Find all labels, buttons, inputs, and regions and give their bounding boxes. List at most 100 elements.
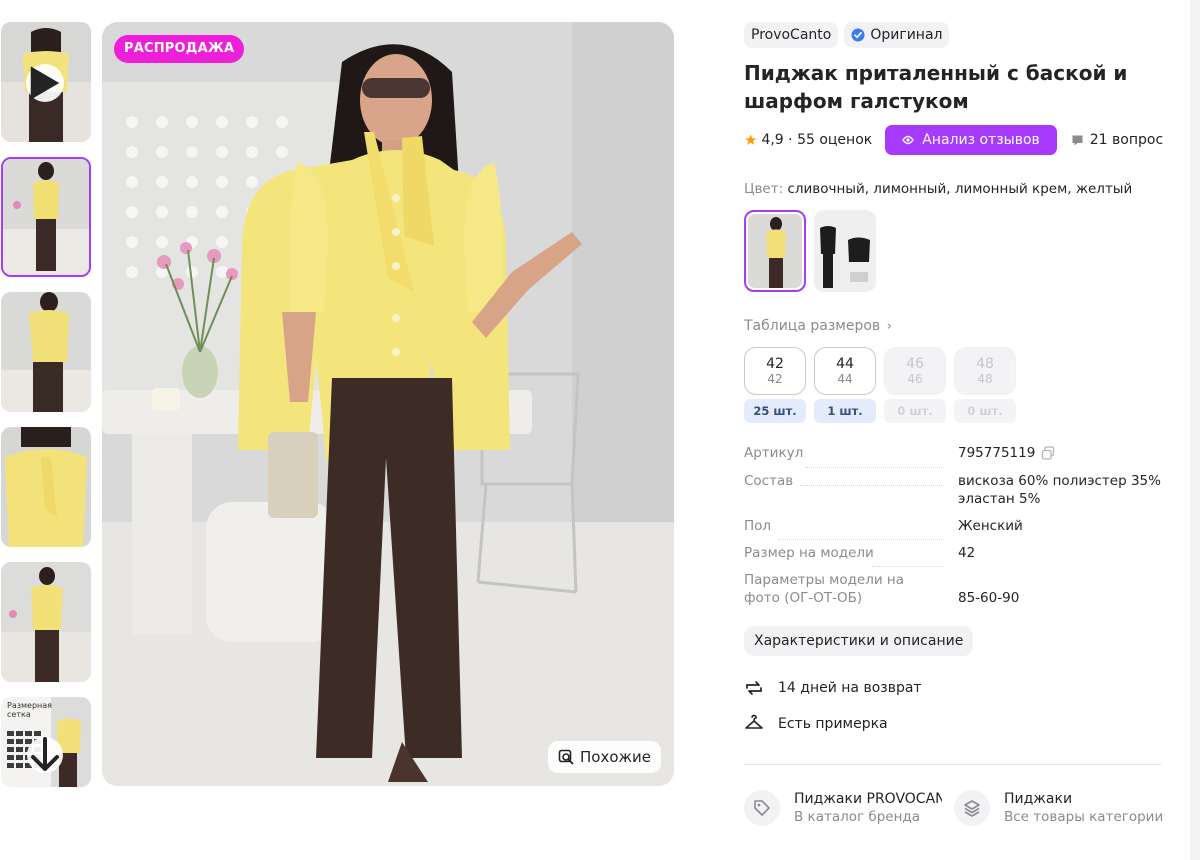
brand-chip[interactable]: ProvoCanto bbox=[744, 22, 839, 48]
param-row: Размер на модели 42 bbox=[744, 544, 1164, 571]
details-button[interactable]: Характеристики и описание bbox=[744, 626, 974, 656]
features-list: 14 дней на возврат Есть примерка bbox=[744, 676, 1164, 736]
param-key: Параметры модели на фото (ОГ-ОТ-ОБ) bbox=[744, 571, 944, 607]
scrollbar[interactable] bbox=[1190, 0, 1200, 860]
copy-icon[interactable] bbox=[1041, 446, 1055, 460]
brand-catalog-title: Пиджаки PROVOCANTO bbox=[794, 791, 942, 807]
param-value: вискоза 60% полиэстер 35% эластан 5% bbox=[958, 473, 1161, 507]
questions-count: 21 вопрос bbox=[1089, 132, 1164, 148]
color-value: сливочный, лимонный, лимонный крем, желт… bbox=[787, 181, 1133, 197]
size-option-44: 44 44 1 шт. bbox=[814, 347, 876, 423]
main-product-photo[interactable]: РАСПРОДАЖА Похожие bbox=[102, 22, 674, 786]
category-link[interactable]: Пиджаки Все товары категории bbox=[954, 790, 1163, 826]
category-links: Пиджаки PROVOCANTO В каталог бренда Пидж… bbox=[744, 790, 1164, 826]
color-swatches bbox=[744, 210, 1164, 292]
feature-return-text: 14 дней на возврат bbox=[778, 680, 922, 696]
verified-check-icon bbox=[851, 28, 865, 42]
swatch-image bbox=[814, 210, 876, 292]
size-button[interactable]: 46 46 bbox=[884, 347, 946, 395]
article-number[interactable]: 795775119 bbox=[958, 444, 1035, 462]
param-leader bbox=[800, 485, 944, 486]
param-key: Пол bbox=[744, 517, 958, 544]
stock-badge: 0 шт. bbox=[954, 399, 1016, 423]
param-value: 795775119 bbox=[958, 444, 1164, 472]
size-label: 42 bbox=[766, 355, 784, 372]
brand-chips: ProvoCanto Оригинал bbox=[744, 22, 1164, 48]
size-table-label: Таблица размеров bbox=[744, 318, 881, 334]
param-leader bbox=[806, 467, 944, 468]
feature-fitting-text: Есть примерка bbox=[778, 716, 888, 732]
stock-badge: 0 шт. bbox=[884, 399, 946, 423]
layers-icon bbox=[954, 790, 990, 826]
product-info: ProvoCanto Оригинал Пиджак приталенный с… bbox=[744, 22, 1164, 736]
thumbnail-photo[interactable] bbox=[1, 292, 91, 412]
hanger-icon bbox=[745, 714, 763, 729]
size-alt-label: 48 bbox=[977, 371, 993, 386]
size-button[interactable]: 42 42 bbox=[744, 347, 806, 395]
param-key-text: Пол bbox=[744, 518, 772, 534]
similar-button-label: Похожие bbox=[579, 748, 651, 766]
tag-icon bbox=[744, 790, 780, 826]
chevron-right-icon: › bbox=[886, 319, 892, 334]
size-button[interactable]: 44 44 bbox=[814, 347, 876, 395]
category-subtitle: Все товары категории bbox=[1004, 809, 1164, 825]
thumbnail-image bbox=[1, 427, 91, 547]
brand-catalog-subtitle: В каталог бренда bbox=[794, 809, 921, 825]
arrow-down-icon[interactable] bbox=[27, 737, 63, 773]
thumbnail-image bbox=[1, 562, 91, 682]
size-label: 44 bbox=[836, 355, 854, 372]
stock-badge: 25 шт. bbox=[744, 399, 806, 423]
param-leader bbox=[872, 566, 944, 567]
analyze-reviews-button[interactable]: Анализ отзывов bbox=[885, 125, 1057, 155]
thumbnail-photo[interactable] bbox=[1, 562, 91, 682]
size-selector: 42 42 25 шт. 44 44 1 шт. 46 46 0 шт. 48 … bbox=[744, 347, 1164, 423]
ai-sparkle-icon bbox=[902, 135, 915, 145]
questions-link[interactable]: 21 вопрос bbox=[1071, 132, 1163, 148]
size-option-46: 46 46 0 шт. bbox=[884, 347, 946, 423]
product-photo-image bbox=[102, 22, 674, 786]
category-title: Пиджаки bbox=[1004, 791, 1073, 807]
analyze-reviews-label: Анализ отзывов bbox=[922, 132, 1040, 148]
sale-badge: РАСПРОДАЖА bbox=[114, 35, 245, 63]
thumbnail-video[interactable] bbox=[1, 22, 91, 142]
param-key-text: Параметры модели на фото (ОГ-ОТ-ОБ) bbox=[744, 572, 905, 606]
thumbnail-photo-selected[interactable] bbox=[1, 157, 91, 277]
param-key: Размер на модели bbox=[744, 544, 958, 571]
question-bubble-icon bbox=[1072, 135, 1083, 145]
color-swatch-yellow[interactable] bbox=[744, 210, 806, 292]
param-leader bbox=[778, 539, 944, 540]
original-badge[interactable]: Оригинал bbox=[844, 22, 950, 48]
similar-products-button[interactable]: Похожие bbox=[547, 741, 661, 773]
product-title: Пиджак приталенный с баской и шарфом гал… bbox=[744, 61, 1128, 113]
thumbnail-photo[interactable] bbox=[1, 427, 91, 547]
size-button[interactable]: 48 48 bbox=[954, 347, 1016, 395]
play-icon[interactable] bbox=[26, 64, 64, 102]
param-value: Женский bbox=[958, 518, 1023, 534]
thumbnail-image bbox=[1, 292, 91, 412]
param-key: Артикул bbox=[744, 444, 958, 472]
color-label: Цвет: bbox=[744, 181, 784, 197]
size-table-link[interactable]: Таблица размеров › bbox=[744, 318, 1164, 334]
param-key: Состав bbox=[744, 472, 958, 517]
stock-badge: 1 шт. bbox=[814, 399, 876, 423]
original-badge-label: Оригинал bbox=[870, 27, 943, 43]
size-alt-label: 44 bbox=[837, 371, 853, 386]
rating-text[interactable]: 4,9 · 55 оценок bbox=[761, 132, 872, 148]
brand-catalog-link[interactable]: Пиджаки PROVOCANTO В каталог бренда bbox=[744, 790, 954, 826]
param-row: Состав вискоза 60% полиэстер 35% эластан… bbox=[744, 472, 1164, 517]
thumbnail-size-chart[interactable]: Размерная сетка bbox=[1, 697, 91, 787]
size-chart-caption: Размерная сетка bbox=[7, 701, 52, 719]
param-value: 42 bbox=[958, 545, 976, 561]
swatch-image bbox=[748, 214, 802, 288]
size-label: 46 bbox=[906, 355, 924, 372]
param-value: 85-60-90 bbox=[958, 590, 1020, 606]
size-alt-label: 42 bbox=[767, 371, 783, 386]
color-line: Цвет: сливочный, лимонный, лимонный крем… bbox=[744, 181, 1164, 197]
size-option-42: 42 42 25 шт. bbox=[744, 347, 806, 423]
brand-name: ProvoCanto bbox=[751, 27, 832, 43]
param-key-text: Артикул bbox=[744, 445, 804, 461]
color-swatch-black[interactable] bbox=[814, 210, 876, 292]
search-image-icon bbox=[558, 749, 574, 765]
size-option-48: 48 48 0 шт. bbox=[954, 347, 1016, 423]
divider bbox=[744, 764, 1162, 765]
